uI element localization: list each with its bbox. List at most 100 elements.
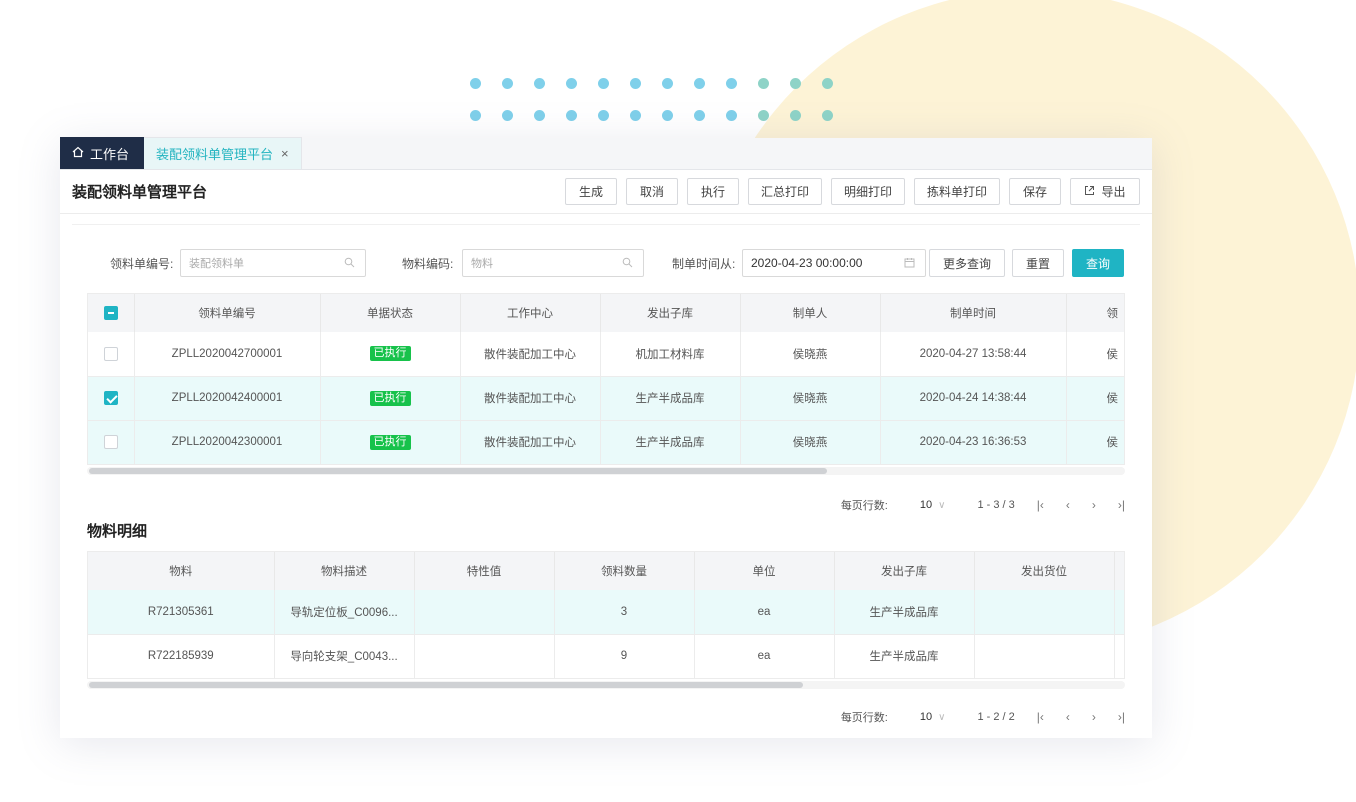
column-header[interactable]: 发出子库 [600, 294, 741, 332]
first-page-icon[interactable]: |‹ [1037, 498, 1044, 512]
row-select-cell[interactable] [88, 332, 135, 377]
page-size-select[interactable]: 10 [920, 711, 932, 723]
details-scrollbar-thumb[interactable] [89, 682, 803, 688]
page-header: 装配领料单管理平台 生成 取消 执行 汇总打印 明细打印 拣料单打印 保存 导出 [60, 170, 1152, 214]
first-page-icon[interactable]: |‹ [1037, 710, 1044, 724]
table-row[interactable]: ZPLL2020042400001 已执行 散件装配加工中心 生产半成品库 侯晓… [88, 376, 1124, 421]
time-from-input[interactable]: 2020-04-23 00:00:00 [742, 249, 926, 277]
column-header[interactable]: 领料单编号 [134, 294, 321, 332]
row-select-cell[interactable] [88, 420, 135, 465]
tab-assembly-label: 装配领料单管理平台 [156, 147, 274, 162]
status-cell: 已执行 [320, 420, 461, 465]
created-at-cell: 2020-04-23 16:36:53 [880, 420, 1067, 465]
orders-scrollbar-thumb[interactable] [89, 468, 827, 474]
detail-print-button[interactable]: 明细打印 [831, 178, 905, 205]
empty-cell [1114, 634, 1124, 679]
app-window: 工作台 装配领料单管理平台 × 装配领料单管理平台 生成 取消 执行 汇总打印 … [60, 137, 1152, 738]
prev-page-icon[interactable]: ‹ [1066, 498, 1070, 512]
query-button[interactable]: 查询 [1072, 249, 1124, 277]
order-no-input[interactable]: 装配领料单 [180, 249, 366, 277]
tab-workbench[interactable]: 工作台 [60, 137, 144, 169]
table-row[interactable]: ZPLL2020042300001 已执行 散件装配加工中心 生产半成品库 侯晓… [88, 420, 1124, 465]
prev-page-icon[interactable]: ‹ [1066, 710, 1070, 724]
select-all-checkbox[interactable] [103, 306, 118, 320]
last-page-icon[interactable]: ›| [1118, 498, 1125, 512]
work-center-cell: 散件装配加工中心 [460, 420, 601, 465]
row-checkbox[interactable] [103, 391, 118, 405]
status-cell: 已执行 [320, 376, 461, 421]
execute-button[interactable]: 执行 [687, 178, 739, 205]
warehouse-cell: 机加工材料库 [600, 332, 741, 377]
page-range: 1 - 3 / 3 [977, 499, 1015, 511]
status-badge: 已执行 [369, 434, 411, 450]
extra-cell: 侯 [1066, 420, 1124, 465]
decorative-dot [726, 78, 737, 89]
order-no-placeholder: 装配领料单 [189, 258, 244, 270]
chevron-down-icon[interactable]: ∨ [938, 500, 945, 511]
material-input[interactable]: 物料 [462, 249, 644, 277]
decorative-dot [822, 110, 833, 121]
decorative-dot [758, 110, 769, 121]
decorative-dot [566, 78, 577, 89]
save-button[interactable]: 保存 [1009, 178, 1061, 205]
orders-scrollbar[interactable] [87, 467, 1125, 475]
column-header[interactable]: 单据状态 [320, 294, 461, 332]
creator-cell: 侯晓燕 [740, 376, 881, 421]
row-checkbox[interactable] [103, 435, 118, 449]
decorative-dot [758, 78, 769, 89]
export-button[interactable]: 导出 [1070, 178, 1140, 205]
column-header[interactable]: 单位 [694, 552, 835, 590]
more-query-button[interactable]: 更多查询 [929, 249, 1005, 277]
reset-button[interactable]: 重置 [1012, 249, 1064, 277]
calendar-icon[interactable] [904, 257, 915, 271]
time-label: 制单时间从: [672, 257, 736, 271]
table-row[interactable]: R722185939 导向轮支架_C0043... 9 ea 生产半成品库 [88, 634, 1124, 679]
decorative-dot [598, 110, 609, 121]
next-page-icon[interactable]: › [1092, 710, 1096, 724]
row-checkbox[interactable] [103, 346, 118, 361]
picking-print-button[interactable]: 拣料单打印 [914, 178, 1000, 205]
search-icon[interactable] [344, 257, 355, 271]
column-header[interactable]: 工作中心 [460, 294, 601, 332]
status-badge: 已执行 [369, 346, 411, 362]
tab-workbench-label: 工作台 [90, 146, 130, 162]
decorative-dot [534, 110, 545, 121]
last-page-icon[interactable]: ›| [1118, 710, 1125, 724]
material-label: 物料编码: [402, 257, 454, 271]
work-center-cell: 散件装配加工中心 [460, 376, 601, 421]
main-panel: 领料单编号: 装配领料单 物料编码: 物料 制单时间从: 2020-04-23 … [72, 224, 1140, 738]
row-select-cell[interactable] [88, 376, 135, 421]
table-row[interactable]: ZPLL2020042700001 已执行 散件装配加工中心 机加工材料库 侯晓… [88, 332, 1124, 377]
search-icon[interactable] [622, 257, 633, 271]
created-at-cell: 2020-04-27 13:58:44 [880, 332, 1067, 377]
summary-print-button[interactable]: 汇总打印 [748, 178, 822, 205]
extra-cell: 侯 [1066, 332, 1124, 377]
work-center-cell: 散件装配加工中心 [460, 332, 601, 377]
select-all-cell[interactable] [88, 294, 135, 332]
tab-bar: 工作台 装配领料单管理平台 × [60, 137, 1152, 170]
decorative-dots [470, 78, 840, 128]
chevron-down-icon[interactable]: ∨ [938, 712, 945, 723]
column-header[interactable]: 发出货位 [974, 552, 1115, 590]
page-size-select[interactable]: 10 [920, 499, 932, 511]
close-icon[interactable]: × [281, 146, 289, 161]
column-header[interactable]: 特性值 [414, 552, 555, 590]
column-header[interactable]: 领料数量 [554, 552, 695, 590]
details-title: 物料明细 [87, 523, 148, 540]
location-cell [974, 590, 1115, 635]
column-header[interactable]: 物料描述 [274, 552, 415, 590]
column-header[interactable]: 发出子库 [834, 552, 975, 590]
column-header[interactable]: 物料 [88, 552, 275, 590]
next-page-icon[interactable]: › [1092, 498, 1096, 512]
column-header[interactable]: 领 [1066, 294, 1124, 332]
column-header[interactable]: 制单人 [740, 294, 881, 332]
tab-assembly-platform[interactable]: 装配领料单管理平台 × [144, 137, 302, 169]
cancel-button[interactable]: 取消 [626, 178, 678, 205]
column-header[interactable]: 制单时间 [880, 294, 1067, 332]
table-row[interactable]: R721305361 导轨定位板_C0096... 3 ea 生产半成品库 [88, 590, 1124, 635]
material-placeholder: 物料 [471, 258, 493, 270]
generate-button[interactable]: 生成 [565, 178, 617, 205]
decorative-dot [534, 78, 545, 89]
details-scrollbar[interactable] [87, 681, 1125, 689]
decorative-dot [694, 110, 705, 121]
